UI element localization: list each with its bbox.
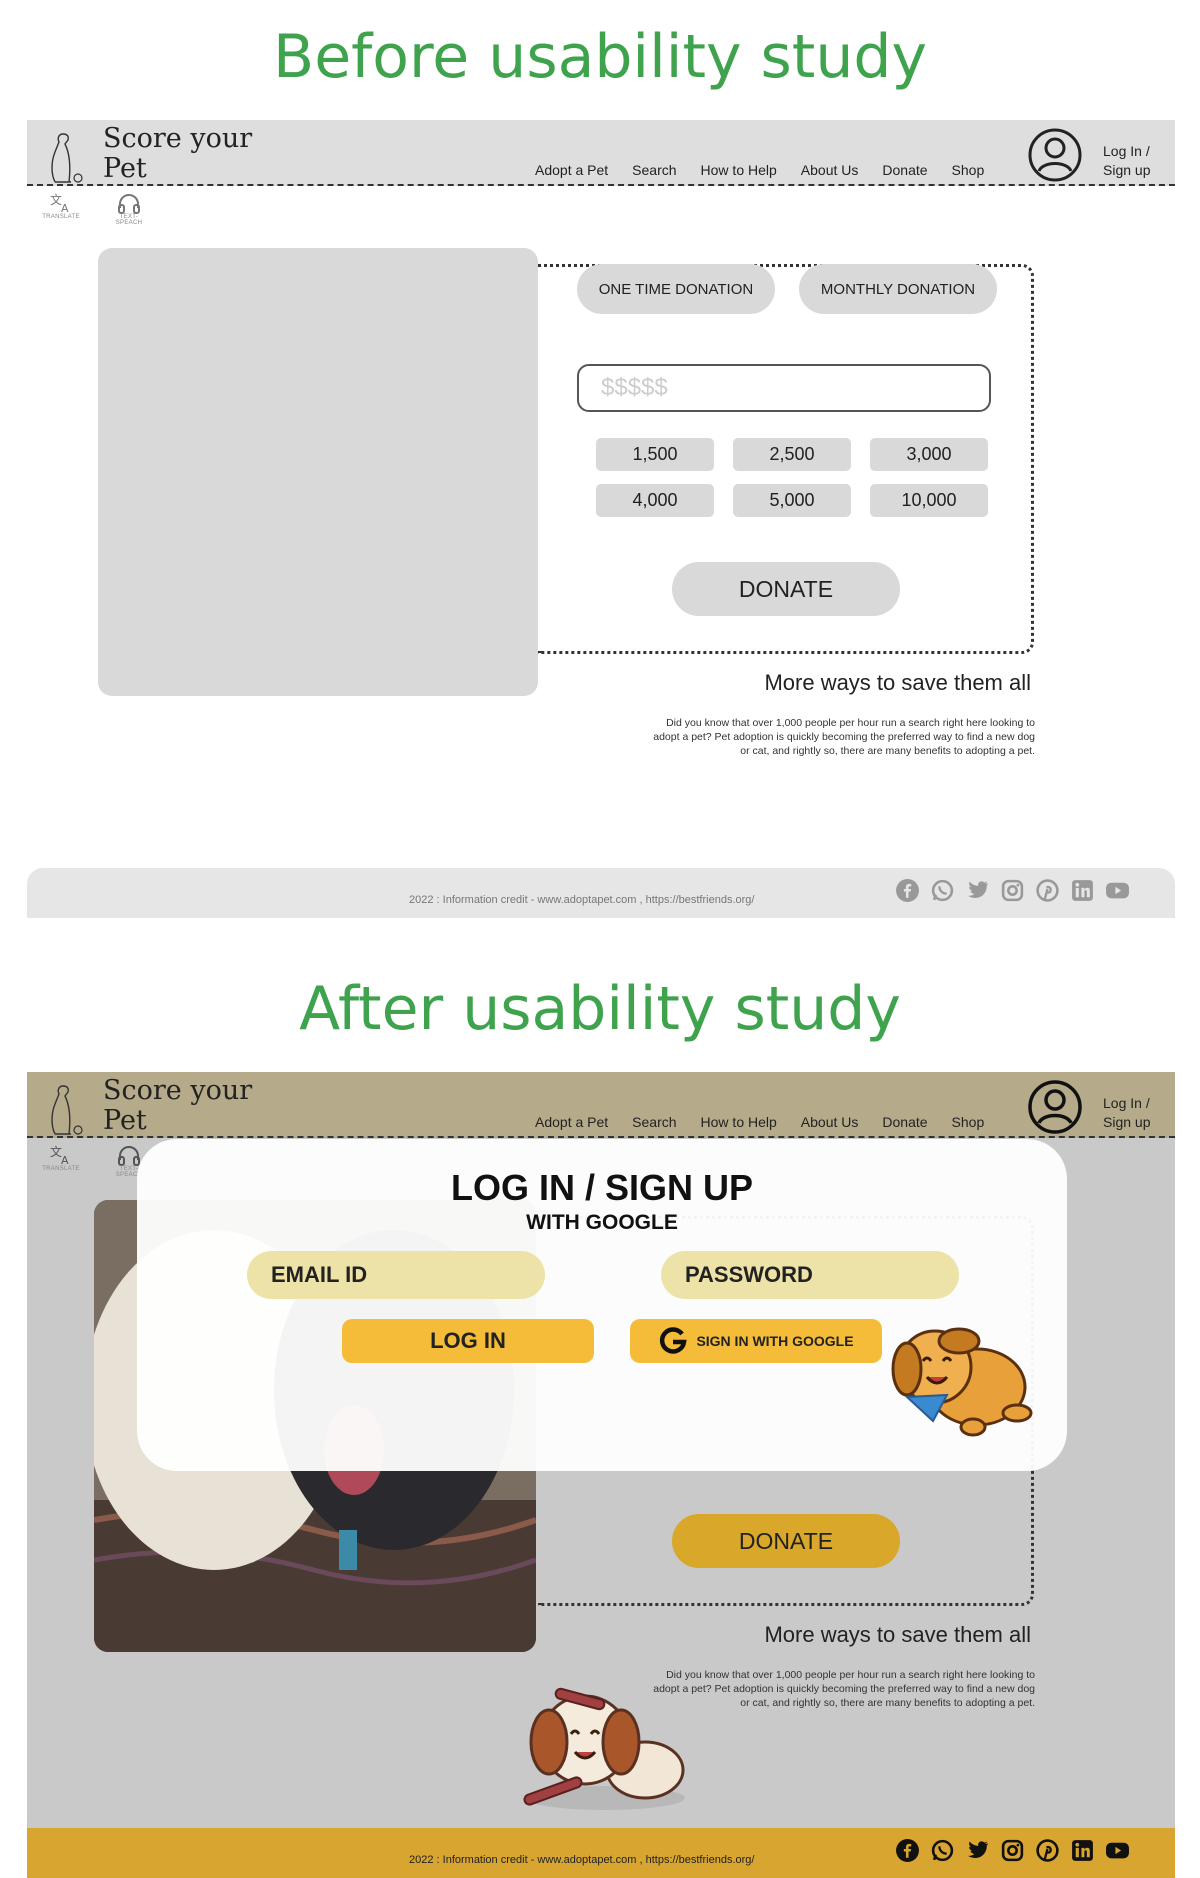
headphones-icon	[118, 1146, 140, 1166]
password-field[interactable]: PASSWORD	[661, 1251, 959, 1299]
email-field[interactable]: EMAIL ID	[247, 1251, 545, 1299]
preset-amount-5000[interactable]: 5,000	[733, 484, 851, 517]
twitter-icon[interactable]	[965, 1838, 990, 1863]
hero-image-placeholder	[98, 248, 538, 696]
accessibility-tools: 文 A TRANSLATE TEXT-SPEACH	[39, 192, 151, 226]
nav-links: Adopt a Pet Search How to Help About Us …	[535, 1114, 1008, 1130]
navbar: Score your Pet Adopt a Pet Search How to…	[27, 1072, 1175, 1138]
translate-label: TRANSLATE	[42, 1166, 80, 1172]
nav-search[interactable]: Search	[632, 162, 676, 178]
footer-credit: 2022 : Information credit - www.adoptape…	[409, 1854, 755, 1866]
svg-text:A: A	[61, 202, 69, 214]
before-section-title: Before usability study	[273, 22, 927, 92]
navbar: Score your Pet Adopt a Pet Search How to…	[27, 120, 1175, 186]
text-speech-label: TEXT-SPEACH	[115, 214, 143, 226]
text-speech-tool[interactable]: TEXT-SPEACH	[107, 192, 151, 226]
preset-amount-4000[interactable]: 4,000	[596, 484, 714, 517]
user-avatar-icon[interactable]	[1027, 1079, 1083, 1135]
whatsapp-icon[interactable]	[930, 1838, 955, 1863]
dog-logo-icon	[51, 133, 83, 183]
monthly-donation-button[interactable]: MONTHLY DONATION	[799, 264, 997, 314]
facebook-icon[interactable]	[895, 1838, 920, 1863]
user-avatar-icon[interactable]	[1027, 127, 1083, 183]
nav-shop[interactable]: Shop	[952, 1114, 985, 1130]
preset-amount-1500[interactable]: 1,500	[596, 438, 714, 471]
one-time-donation-button[interactable]: ONE TIME DONATION	[577, 264, 775, 314]
twitter-icon[interactable]	[965, 878, 990, 903]
accessibility-tools: 文 A TRANSLATE TEXT-SPEACH	[39, 1144, 151, 1178]
footer: 2022 : Information credit - www.adoptape…	[27, 868, 1175, 918]
pinterest-icon[interactable]	[1035, 1838, 1060, 1863]
linkedin-icon[interactable]	[1070, 878, 1095, 903]
brand-line-2: Pet	[103, 153, 147, 184]
linkedin-icon[interactable]	[1070, 1838, 1095, 1863]
login-signup-link[interactable]: Log In / Sign up	[1103, 142, 1163, 180]
youtube-icon[interactable]	[1105, 878, 1130, 903]
translate-icon: 文 A	[50, 192, 69, 214]
after-section-title: After usability study	[299, 974, 901, 1044]
more-ways-heading: More ways to save them all	[764, 670, 1031, 695]
jumping-puppy-illustration	[891, 1327, 1033, 1437]
nav-adopt-a-pet[interactable]: Adopt a Pet	[535, 162, 608, 178]
more-ways-text: Did you know that over 1,000 people per …	[653, 717, 1035, 757]
footer: 2022 : Information credit - www.adoptape…	[27, 1828, 1175, 1878]
google-g-icon	[660, 1327, 688, 1354]
modal-title: LOG IN / SIGN UP	[450, 1167, 754, 1208]
social-links	[895, 1838, 1130, 1863]
after-page-mockup: Score your Pet Adopt a Pet Search How to…	[27, 1072, 1175, 1878]
translate-icon: 文 A	[50, 1144, 69, 1166]
donate-button[interactable]: DONATE	[672, 1514, 900, 1568]
login-modal: LOG IN / SIGN UP WITH GOOGLE EMAIL ID PA…	[137, 1139, 1067, 1471]
translate-tool[interactable]: 文 A TRANSLATE	[39, 1144, 83, 1178]
login-signup-link[interactable]: Log In / Sign up	[1103, 1094, 1163, 1132]
nav-how-to-help[interactable]: How to Help	[701, 1114, 777, 1130]
puppy-with-bones-illustration	[523, 1687, 685, 1810]
dog-logo-icon	[51, 1085, 83, 1135]
nav-search[interactable]: Search	[632, 1114, 676, 1130]
nav-donate[interactable]: Donate	[882, 1114, 927, 1130]
login-button[interactable]: LOG IN	[342, 1319, 594, 1363]
brand-line-1: Score your	[103, 1075, 253, 1106]
nav-about-us[interactable]: About Us	[801, 162, 859, 178]
footer-credit: 2022 : Information credit - www.adoptape…	[409, 894, 755, 906]
nav-about-us[interactable]: About Us	[801, 1114, 859, 1130]
brand-name[interactable]: Score your Pet	[103, 1076, 252, 1136]
amount-input[interactable]: $$$$$	[577, 364, 991, 412]
facebook-icon[interactable]	[895, 878, 920, 903]
headphones-icon	[118, 194, 140, 214]
preset-amount-2500[interactable]: 2,500	[733, 438, 851, 471]
donate-button[interactable]: DONATE	[672, 562, 900, 616]
more-ways-heading: More ways to save them all	[764, 1622, 1031, 1647]
instagram-icon[interactable]	[1000, 1838, 1025, 1863]
nav-how-to-help[interactable]: How to Help	[701, 162, 777, 178]
modal-subtitle: WITH GOOGLE	[526, 1211, 678, 1234]
google-signin-label: SIGN IN WITH GOOGLE	[696, 1333, 854, 1349]
brand-name[interactable]: Score your Pet	[103, 124, 252, 184]
nav-donate[interactable]: Donate	[882, 162, 927, 178]
brand-line-2: Pet	[103, 1105, 147, 1136]
whatsapp-icon[interactable]	[930, 878, 955, 903]
translate-label: TRANSLATE	[42, 214, 80, 220]
instagram-icon[interactable]	[1000, 878, 1025, 903]
translate-tool[interactable]: 文 A TRANSLATE	[39, 192, 83, 226]
preset-amount-3000[interactable]: 3,000	[870, 438, 988, 471]
nav-shop[interactable]: Shop	[952, 162, 985, 178]
social-links	[895, 878, 1130, 903]
more-ways-text: Did you know that over 1,000 people per …	[653, 1669, 1035, 1709]
nav-links: Adopt a Pet Search How to Help About Us …	[535, 162, 1008, 178]
svg-text:A: A	[61, 1154, 69, 1166]
brand-line-1: Score your	[103, 123, 253, 154]
nav-adopt-a-pet[interactable]: Adopt a Pet	[535, 1114, 608, 1130]
youtube-icon[interactable]	[1105, 1838, 1130, 1863]
google-signin-button[interactable]: SIGN IN WITH GOOGLE	[630, 1319, 882, 1363]
before-page-mockup: Score your Pet Adopt a Pet Search How to…	[27, 120, 1175, 918]
pinterest-icon[interactable]	[1035, 878, 1060, 903]
preset-amount-10000[interactable]: 10,000	[870, 484, 988, 517]
